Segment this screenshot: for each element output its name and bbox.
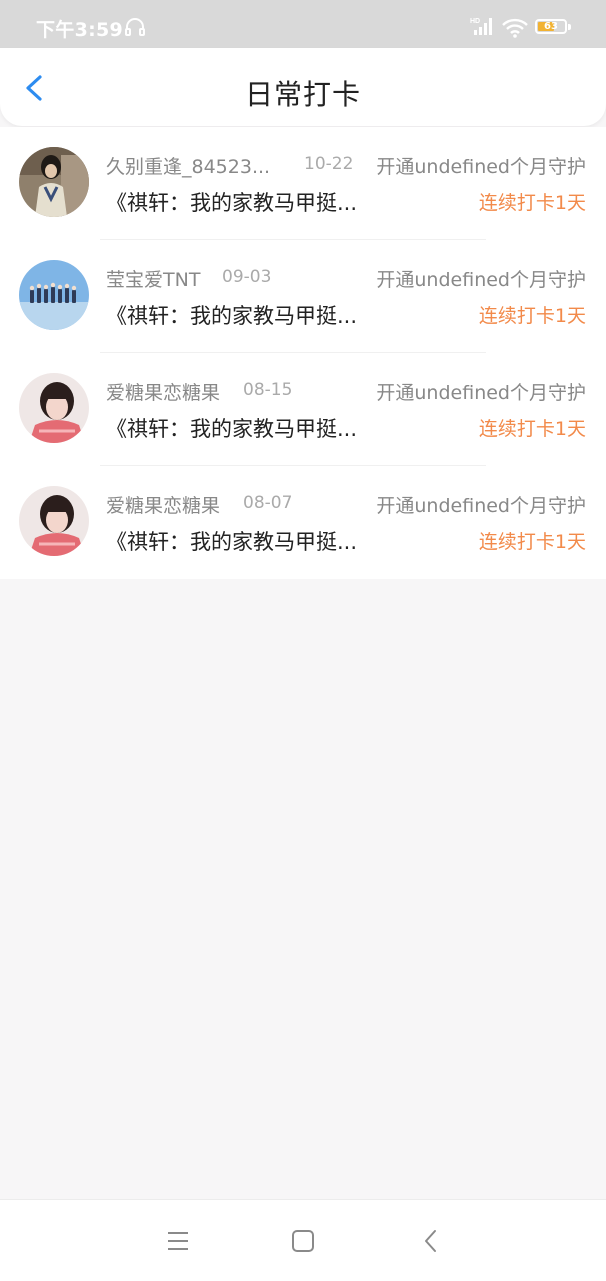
checkin-date: 10-22 <box>304 154 354 174</box>
guard-text: 开通undefined个月守护 <box>376 269 586 291</box>
book-title: 《祺轩：我的家教马甲挺... <box>106 417 358 441</box>
avatar <box>19 486 89 556</box>
signal-icon: HD <box>470 18 492 35</box>
list-item[interactable]: 莹宝爱TNT 09-03 开通undefined个月守护 《祺轩：我的家教马甲挺… <box>0 240 606 353</box>
list-item[interactable]: 久别重逢_84523... 10-22 开通undefined个月守护 《祺轩：… <box>0 127 606 240</box>
checkin-date: 08-15 <box>243 380 293 400</box>
guard-text: 开通undefined个月守护 <box>376 382 586 404</box>
page-header: 日常打卡 <box>0 48 606 126</box>
guard-text: 开通undefined个月守护 <box>376 495 586 517</box>
book-title: 《祺轩：我的家教马甲挺... <box>106 530 358 554</box>
book-title: 《祺轩：我的家教马甲挺... <box>106 191 358 215</box>
user-name: 莹宝爱TNT <box>106 269 201 291</box>
avatar <box>19 373 89 443</box>
menu-icon[interactable] <box>166 1230 190 1252</box>
avatar <box>19 147 89 217</box>
page-title: 日常打卡 <box>244 78 361 111</box>
book-title: 《祺轩：我的家教马甲挺... <box>106 304 358 328</box>
guard-text: 开通undefined个月守护 <box>376 156 586 178</box>
status-bar: 下午3:59 HD 63 <box>0 0 606 48</box>
streak-text: 连续打卡1天 <box>478 305 586 327</box>
home-square-icon[interactable] <box>291 1229 315 1253</box>
streak-text: 连续打卡1天 <box>478 531 586 553</box>
user-name: 爱糖果恋糖果 <box>106 382 221 404</box>
user-name: 爱糖果恋糖果 <box>106 495 221 517</box>
headset-icon <box>125 18 145 36</box>
system-nav-bar <box>0 1199 606 1281</box>
battery-icon: 63 <box>535 19 567 34</box>
battery-cap <box>568 24 571 30</box>
checkin-date: 08-07 <box>243 493 293 513</box>
list-item[interactable]: 爱糖果恋糖果 08-15 开通undefined个月守护 《祺轩：我的家教马甲挺… <box>0 353 606 466</box>
status-time: 下午3:59 <box>36 19 124 41</box>
list-item[interactable]: 爱糖果恋糖果 08-07 开通undefined个月守护 《祺轩：我的家教马甲挺… <box>0 466 606 579</box>
checkin-date: 09-03 <box>222 267 272 287</box>
streak-text: 连续打卡1天 <box>478 192 586 214</box>
wifi-icon <box>502 18 528 38</box>
avatar <box>19 260 89 330</box>
back-chevron-icon[interactable] <box>421 1228 441 1254</box>
battery-text: 63 <box>544 21 558 32</box>
checkin-list: 久别重逢_84523... 10-22 开通undefined个月守护 《祺轩：… <box>0 127 606 579</box>
user-name: 久别重逢_84523... <box>106 156 271 178</box>
streak-text: 连续打卡1天 <box>478 418 586 440</box>
hd-label: HD <box>470 18 480 25</box>
